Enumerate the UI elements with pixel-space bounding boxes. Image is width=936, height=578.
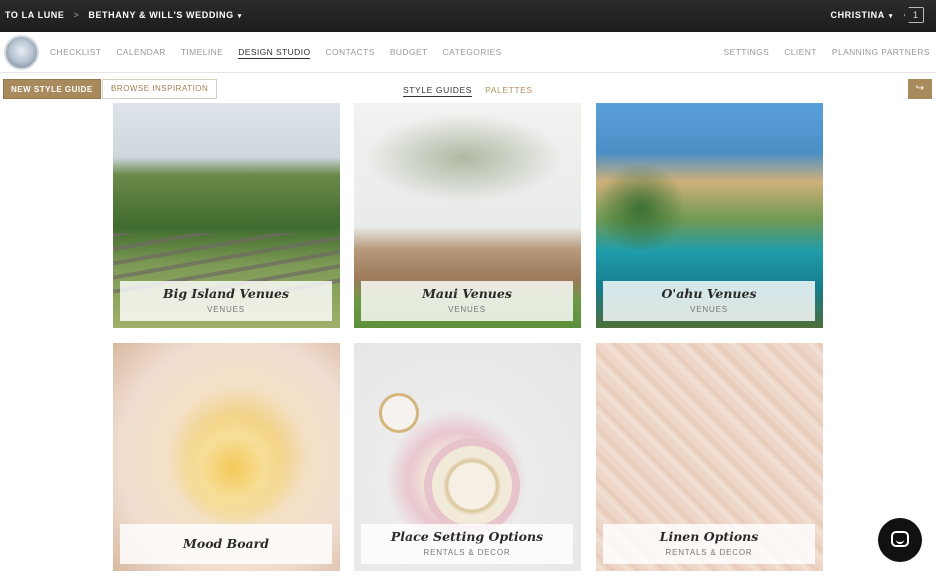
card-label: Linen Options RENTALS & DECOR — [603, 524, 815, 564]
avatar[interactable] — [4, 35, 39, 70]
main-nav: CHECKLIST CALENDAR TIMELINE DESIGN STUDI… — [0, 32, 936, 73]
breadcrumb-separator-icon: > — [73, 10, 80, 20]
nav-item-calendar[interactable]: CALENDAR — [116, 47, 166, 59]
card-category: VENUES — [448, 305, 486, 314]
caret-down-icon: ▾ — [888, 13, 893, 20]
tab-style-guides[interactable]: STYLE GUIDES — [403, 85, 473, 97]
card-title: Big Island Venues — [163, 286, 289, 301]
nav-item-design-studio[interactable]: DESIGN STUDIO — [238, 47, 311, 59]
nav-item-budget[interactable]: BUDGET — [390, 47, 428, 59]
nav-item-client[interactable]: CLIENT — [784, 47, 817, 57]
card-title: O'ahu Venues — [661, 286, 757, 301]
card-label: O'ahu Venues VENUES — [603, 281, 815, 321]
nav-item-checklist[interactable]: CHECKLIST — [50, 47, 101, 59]
style-guide-card[interactable]: Mood Board — [113, 343, 340, 571]
style-guide-card[interactable]: Maui Venues VENUES — [354, 103, 581, 328]
image-bouquet — [173, 413, 293, 523]
image-bread-plate — [379, 393, 419, 433]
style-guide-card[interactable]: Place Setting Options RENTALS & DECOR — [354, 343, 581, 571]
card-title: Maui Venues — [422, 286, 512, 301]
card-title: Mood Board — [183, 536, 269, 551]
breadcrumb: TO LA LUNE > BETHANY & WILL'S WEDDING ▾ — [5, 10, 242, 20]
share-icon[interactable]: ↪ — [908, 79, 932, 99]
card-label: Maui Venues VENUES — [361, 281, 573, 321]
nav-item-planning-partners[interactable]: PLANNING PARTNERS — [832, 47, 930, 57]
new-style-guide-button[interactable]: NEW STYLE GUIDE — [3, 79, 101, 99]
card-label: Big Island Venues VENUES — [120, 281, 332, 321]
nav-right-items: SETTINGS CLIENT PLANNING PARTNERS — [724, 47, 930, 57]
nav-items: CHECKLIST CALENDAR TIMELINE DESIGN STUDI… — [50, 47, 502, 59]
user-name: CHRISTINA — [830, 10, 885, 20]
design-studio-toolbar: NEW STYLE GUIDE BROWSE INSPIRATION STYLE… — [0, 73, 936, 103]
card-category: VENUES — [690, 305, 728, 314]
caret-down-icon: ▾ — [237, 13, 242, 20]
nav-item-contacts[interactable]: CONTACTS — [325, 47, 374, 59]
card-label: Place Setting Options RENTALS & DECOR — [361, 524, 573, 564]
nav-item-settings[interactable]: SETTINGS — [724, 47, 770, 57]
style-guide-card[interactable]: O'ahu Venues VENUES — [596, 103, 823, 328]
card-title: Linen Options — [659, 529, 759, 544]
tab-palettes[interactable]: PALETTES — [485, 85, 533, 97]
top-bar: TO LA LUNE > BETHANY & WILL'S WEDDING ▾ C… — [0, 0, 936, 32]
card-title: Place Setting Options — [390, 529, 544, 544]
style-guide-card[interactable]: Linen Options RENTALS & DECOR — [596, 343, 823, 571]
view-tabs: STYLE GUIDES PALETTES — [403, 85, 533, 97]
image-palms — [596, 163, 686, 253]
card-label: Mood Board — [120, 524, 332, 564]
chat-launcher-button[interactable] — [878, 518, 922, 562]
image-plate — [424, 438, 520, 534]
style-guide-card[interactable]: Big Island Venues VENUES — [113, 103, 340, 328]
style-guide-grid: Big Island Venues VENUES Maui Venues VEN… — [0, 103, 936, 578]
nav-item-categories[interactable]: CATEGORIES — [443, 47, 502, 59]
project-name: BETHANY & WILL'S WEDDING — [88, 10, 234, 20]
card-category: VENUES — [207, 305, 245, 314]
project-switcher[interactable]: BETHANY & WILL'S WEDDING ▾ — [88, 10, 242, 20]
notification-badge-icon[interactable]: 1 — [904, 7, 924, 23]
image-tree — [364, 113, 564, 203]
card-category: RENTALS & DECOR — [665, 548, 753, 557]
chat-bubble-icon — [891, 531, 909, 547]
brand-link[interactable]: TO LA LUNE — [5, 10, 65, 20]
nav-item-timeline[interactable]: TIMELINE — [181, 47, 223, 59]
user-menu[interactable]: CHRISTINA ▾ — [830, 10, 893, 20]
browse-inspiration-button[interactable]: BROWSE INSPIRATION — [102, 79, 218, 99]
card-category: RENTALS & DECOR — [423, 548, 511, 557]
